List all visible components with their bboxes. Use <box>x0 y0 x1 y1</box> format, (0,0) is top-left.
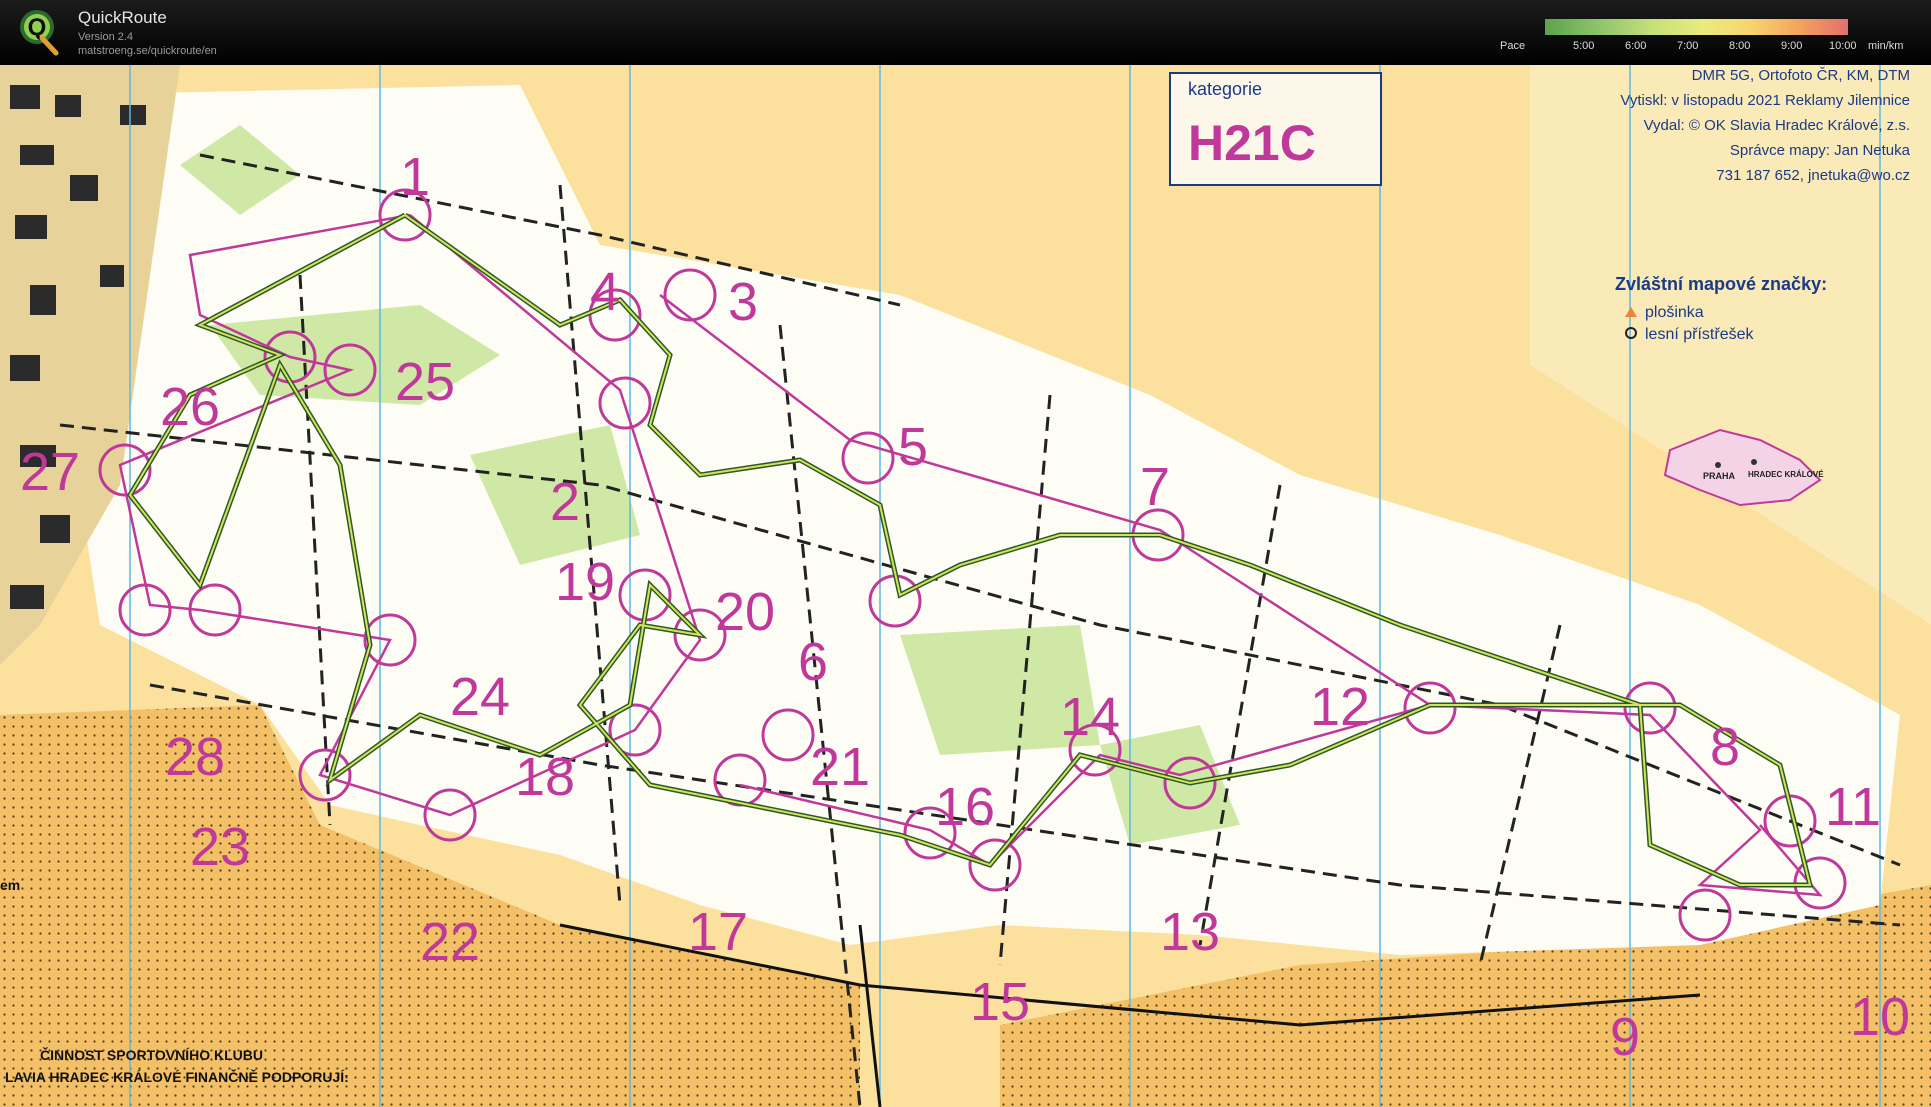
map-edge-label: em <box>0 877 20 893</box>
footer-line: LAVIA HRADEC KRÁLOVÉ FINANČNĚ PODPORUJÍ: <box>5 1068 349 1085</box>
info-line: Vydal: © OK Slavia Hradec Králové, z.s. <box>1644 117 1910 134</box>
control-number: 7 <box>1140 457 1170 517</box>
control-number: 11 <box>1825 777 1881 837</box>
control-number: 2 <box>550 472 580 532</box>
control-number: 13 <box>1160 902 1220 962</box>
app-url-link[interactable]: matstroeng.se/quickroute/en <box>78 45 217 57</box>
control-number: 25 <box>395 352 455 412</box>
pace-tick: 10:00 <box>1829 40 1857 52</box>
inset-label: PRAHA <box>1703 471 1736 481</box>
control-number: 10 <box>1850 987 1910 1047</box>
pace-color-scale: Pace 5:00 6:00 7:00 8:00 9:00 10:00 min/… <box>1500 17 1931 57</box>
pace-label: Pace <box>1500 40 1526 52</box>
control-number: 17 <box>688 902 748 962</box>
category-label: kategorie <box>1188 79 1262 99</box>
info-line: Vytiskl: v listopadu 2021 Reklamy Jilemn… <box>1620 92 1910 109</box>
control-number: 8 <box>1710 717 1740 777</box>
control-number: 23 <box>190 817 250 877</box>
control-number: 1 <box>400 147 430 207</box>
control-number: 22 <box>420 912 480 972</box>
pace-tick: 9:00 <box>1781 40 1803 52</box>
info-line: 731 187 652, jnetuka@wo.cz <box>1716 167 1910 184</box>
pace-tick: 6:00 <box>1625 40 1647 52</box>
inset-label: HRADEC KRÁLOVÉ <box>1748 470 1824 479</box>
info-line: DMR 5G, Ortofoto ČR, KM, DTM <box>1692 67 1910 84</box>
control-number: 14 <box>1060 687 1120 747</box>
control-number: 20 <box>715 582 775 642</box>
orienteering-map[interactable]: 1 2 3 4 5 6 7 8 9 10 11 12 13 14 15 16 1… <box>0 65 1931 1107</box>
control-number: 15 <box>970 972 1030 1032</box>
category-value: H21C <box>1188 115 1316 171</box>
control-number: 21 <box>810 737 870 797</box>
pace-unit: min/km <box>1868 40 1904 52</box>
control-number: 19 <box>555 552 615 612</box>
control-number: 16 <box>935 777 995 837</box>
pace-tick: 8:00 <box>1729 40 1751 52</box>
legend-item: lesní přístřešek <box>1645 326 1754 343</box>
footer-line: ČINNOST SPORTOVNÍHO KLUBU <box>40 1046 263 1063</box>
control-number: 4 <box>590 262 620 322</box>
title-bar: Q QuickRoute Version 2.4 matstroeng.se/q… <box>0 0 1931 65</box>
legend-title: Zvláštní mapové značky: <box>1615 274 1827 294</box>
control-number: 9 <box>1610 1007 1640 1067</box>
control-number: 5 <box>898 417 928 477</box>
control-number: 18 <box>515 747 575 807</box>
legend-item: plošinka <box>1645 304 1704 321</box>
info-line: Správce mapy: Jan Netuka <box>1730 142 1911 159</box>
control-number: 24 <box>450 667 510 727</box>
control-number: 26 <box>160 377 220 437</box>
pace-tick: 7:00 <box>1677 40 1699 52</box>
quickroute-logo-icon: Q <box>20 10 59 56</box>
control-number: 27 <box>20 442 80 502</box>
pace-tick: 5:00 <box>1573 40 1595 52</box>
control-number: 3 <box>728 272 758 332</box>
app-version: Version 2.4 <box>78 31 134 43</box>
category-box: kategorie H21C <box>1169 72 1382 186</box>
pace-gradient-bar <box>1545 19 1848 35</box>
control-number: 28 <box>165 727 225 787</box>
app-name: QuickRoute <box>78 8 167 27</box>
control-number: 12 <box>1310 677 1370 737</box>
control-number: 6 <box>798 632 828 692</box>
